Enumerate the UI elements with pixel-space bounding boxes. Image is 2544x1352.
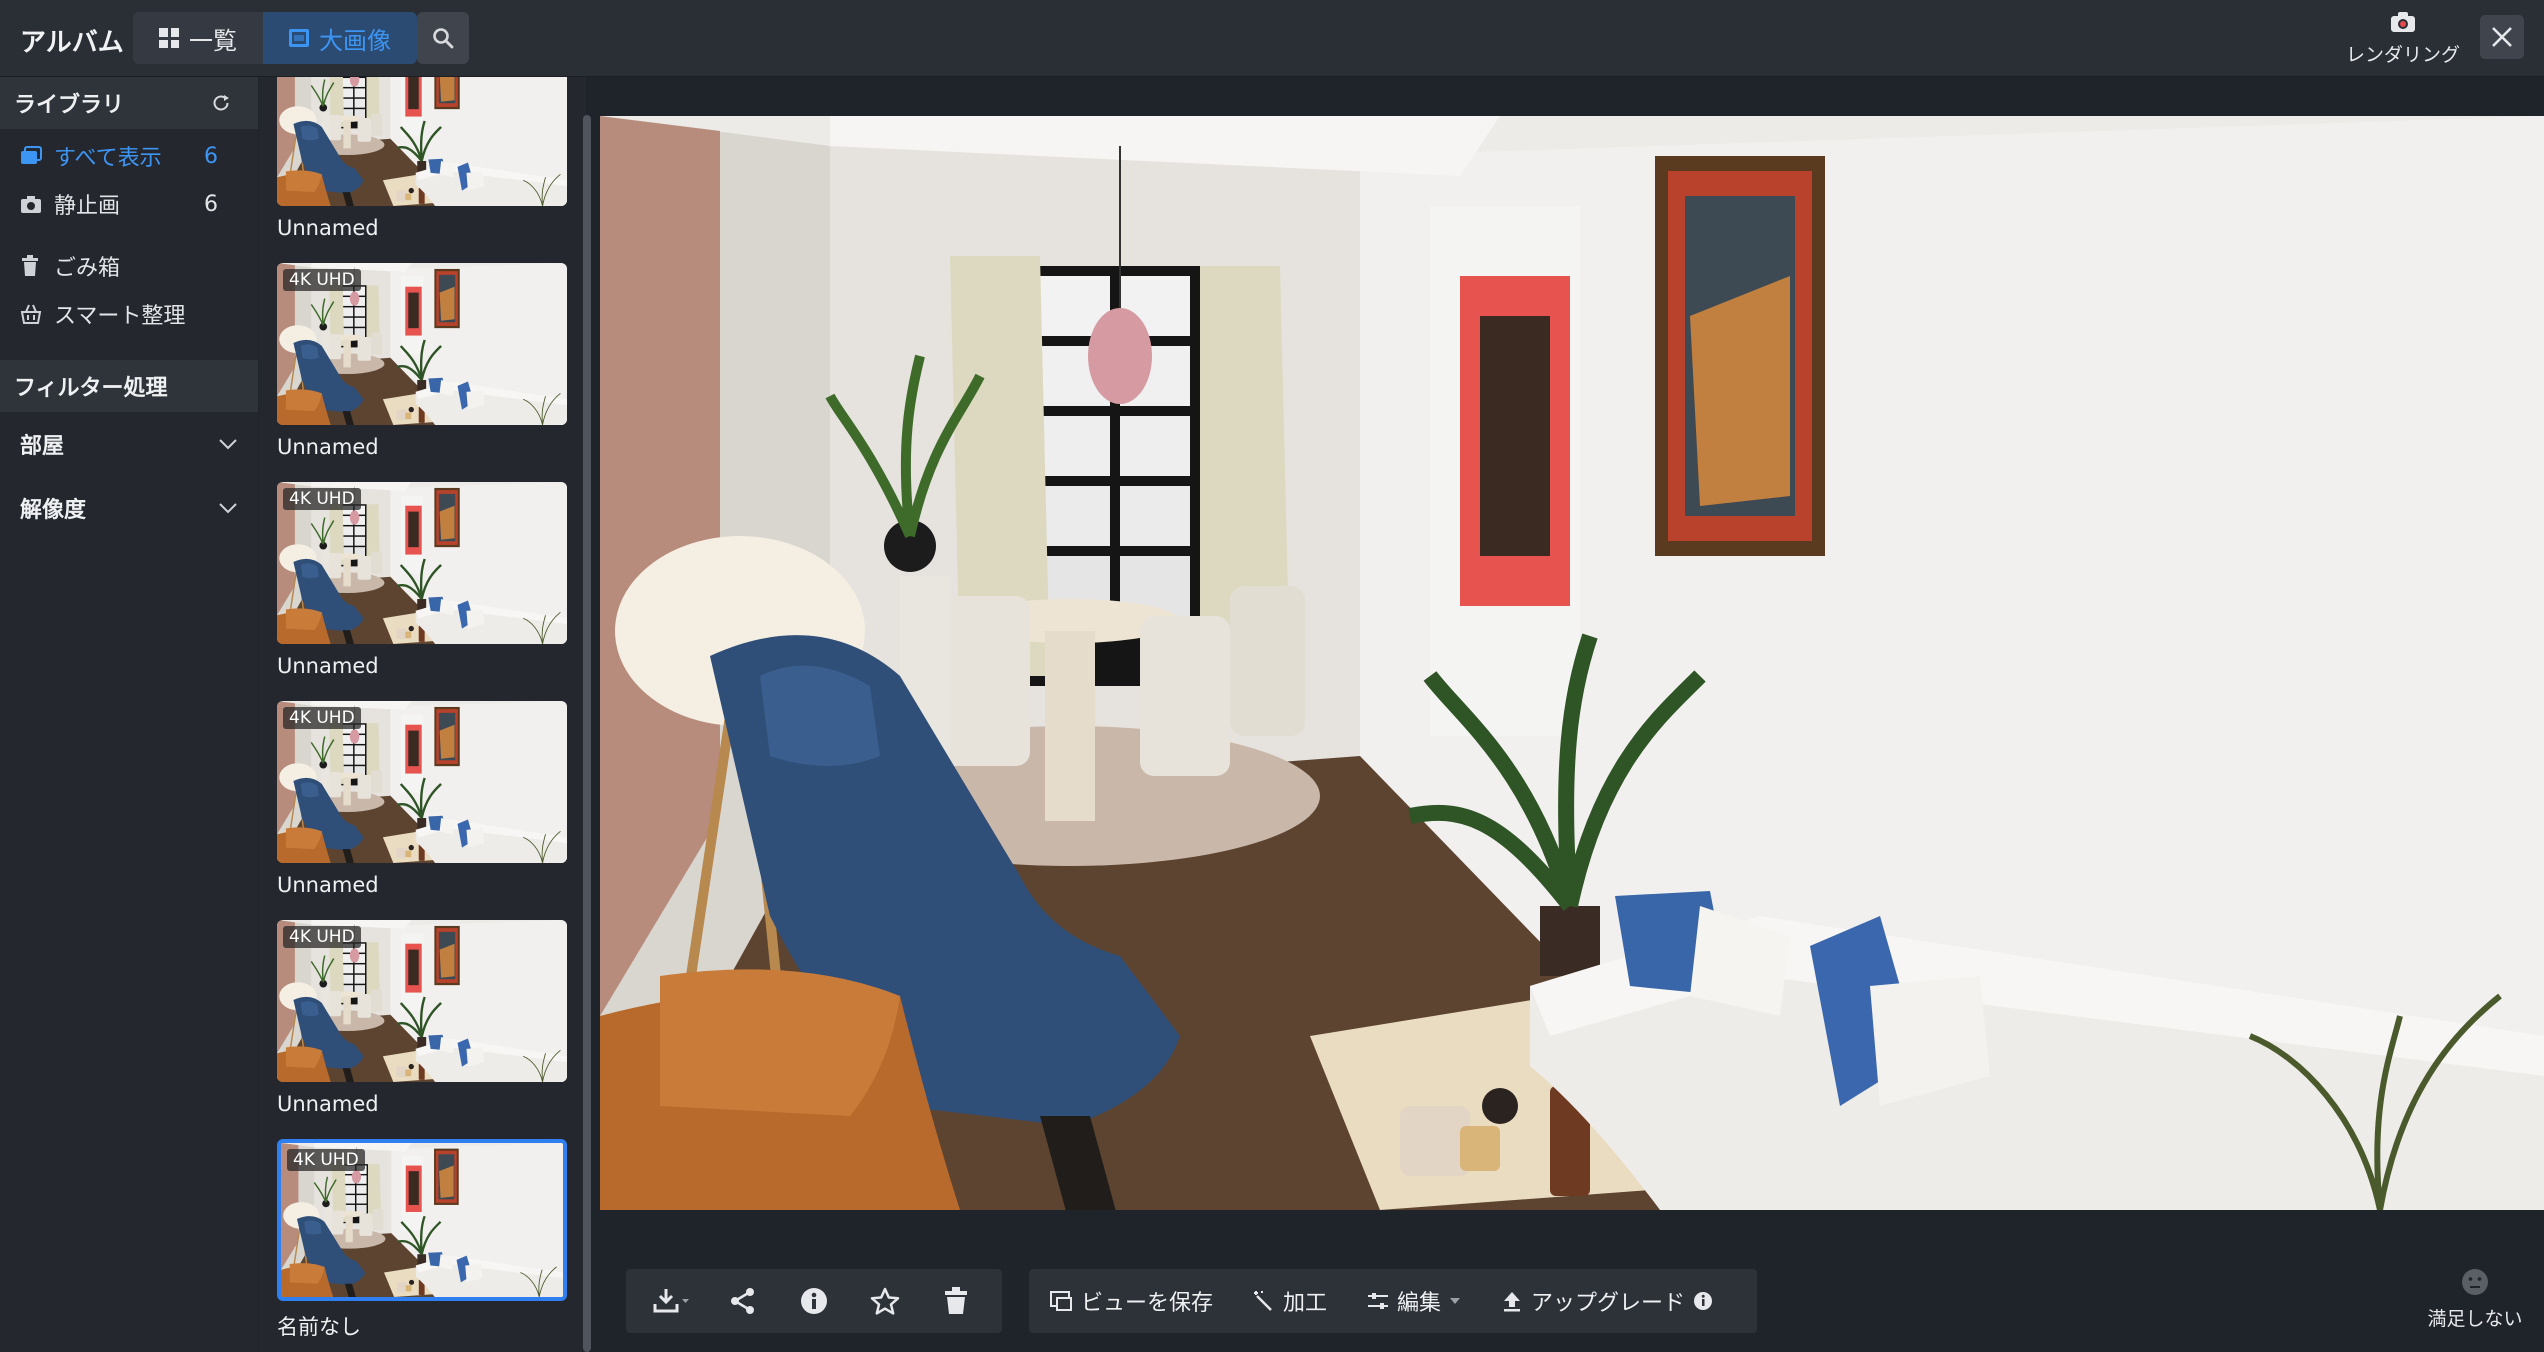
- sidebar-item-label: 静止画: [54, 194, 121, 219]
- info-button[interactable]: [786, 1273, 842, 1329]
- top-bar: アルバム 一覧 大画像 レンダリング: [0, 0, 2544, 77]
- trash-icon: [945, 1287, 968, 1314]
- sidebar-item-count: 6: [204, 191, 218, 217]
- library-title: ライブラリ: [14, 93, 125, 118]
- save-view-label: ビューを保存: [1081, 1291, 1214, 1316]
- basket-icon: [20, 303, 54, 325]
- sidebar-item-trash[interactable]: ごみ箱: [0, 242, 258, 290]
- upgrade-button[interactable]: アップグレード: [1501, 1285, 1713, 1317]
- grid-icon: [159, 28, 179, 48]
- share-button[interactable]: [715, 1273, 771, 1329]
- filter-room[interactable]: 部屋: [0, 412, 258, 476]
- star-icon: [870, 1287, 900, 1315]
- thumbnail-strip: Unnamed 4K UHD Unnamed 4K UHD Unnamed 4K…: [259, 77, 586, 1352]
- sidebar: ライブラリ すべて表示 6 静止画 6 ごみ箱 スマート整理 フィルター処理 部…: [0, 77, 258, 1352]
- camera-icon: [20, 194, 54, 214]
- chevron-down-icon: [219, 439, 237, 450]
- dissatisfied-label: 満足しない: [2427, 1308, 2523, 1330]
- thumbnail-item[interactable]: 4K UHD Unnamed: [277, 263, 567, 459]
- large-image-view-label: 大画像: [319, 26, 391, 55]
- info-icon[interactable]: [1693, 1291, 1713, 1311]
- main-render-image[interactable]: [600, 116, 2544, 1210]
- download-icon: [653, 1289, 689, 1313]
- favorite-button[interactable]: [857, 1273, 913, 1329]
- resolution-badge: 4K UHD: [287, 1149, 365, 1171]
- process-label: 加工: [1283, 1291, 1328, 1316]
- sad-face-icon: [2462, 1269, 2488, 1295]
- save-view-button[interactable]: ビューを保存: [1049, 1285, 1213, 1317]
- thumbnail-image[interactable]: [277, 77, 567, 206]
- dissatisfied-button[interactable]: 満足しない: [2420, 1268, 2530, 1331]
- filter-resolution-label: 解像度: [20, 498, 87, 523]
- sidebar-item-label: すべて表示: [54, 146, 162, 171]
- thumbnail-item[interactable]: 4K UHD Unnamed: [277, 482, 567, 678]
- sidebar-item-all[interactable]: すべて表示 6: [0, 132, 258, 180]
- close-icon: [2492, 27, 2512, 47]
- search-button[interactable]: [417, 12, 469, 64]
- image-actions-toolbar: [626, 1269, 1002, 1333]
- thumbnail-name: Unnamed: [277, 1092, 379, 1116]
- process-button[interactable]: 加工: [1253, 1285, 1327, 1317]
- download-button[interactable]: [644, 1273, 700, 1329]
- thumbnail-image[interactable]: 4K UHD: [277, 263, 567, 425]
- chevron-down-icon: [1450, 1298, 1461, 1304]
- thumbnail-image[interactable]: 4K UHD: [277, 920, 567, 1082]
- share-icon: [730, 1288, 754, 1314]
- edit-dropdown-button[interactable]: 編集: [1367, 1285, 1461, 1317]
- filter-resolution[interactable]: 解像度: [0, 476, 258, 540]
- sidebar-item-count: 6: [204, 143, 218, 169]
- large-image-view-button[interactable]: 大画像: [263, 12, 417, 64]
- thumbnail-item-selected[interactable]: 4K UHD 名前なし: [277, 1139, 567, 1341]
- app-title: アルバム: [20, 28, 124, 58]
- view-mode-toggle: 一覧 大画像: [133, 12, 417, 64]
- refresh-icon[interactable]: [210, 92, 232, 114]
- thumbnail-item[interactable]: 4K UHD Unnamed: [277, 920, 567, 1116]
- library-header: ライブラリ: [0, 77, 258, 129]
- sliders-icon: [1368, 1293, 1389, 1309]
- sidebar-item-label: スマート整理: [54, 304, 186, 329]
- resolution-badge: 4K UHD: [283, 707, 361, 729]
- edit-label: 編集: [1397, 1291, 1442, 1316]
- magic-wand-icon: [1254, 1291, 1272, 1311]
- thumbnail-image[interactable]: 4K UHD: [277, 482, 567, 644]
- resolution-badge: 4K UHD: [283, 269, 361, 291]
- info-icon: [800, 1288, 827, 1314]
- filter-room-label: 部屋: [20, 434, 65, 459]
- close-button[interactable]: [2480, 15, 2524, 59]
- resolution-badge: 4K UHD: [283, 926, 361, 948]
- render-button[interactable]: レンダリング: [2343, 10, 2463, 67]
- search-icon: [433, 28, 454, 49]
- delete-button[interactable]: [928, 1273, 984, 1329]
- sidebar-item-smart-organize[interactable]: スマート整理: [0, 290, 258, 338]
- filter-title: フィルター処理: [14, 376, 168, 401]
- sidebar-item-label: ごみ箱: [54, 256, 121, 281]
- gallery-icon: [20, 146, 54, 166]
- chevron-down-icon: [219, 503, 237, 514]
- thumbnail-image[interactable]: 4K UHD: [277, 1139, 567, 1301]
- thumbnail-item[interactable]: Unnamed: [277, 77, 567, 240]
- resolution-badge: 4K UHD: [283, 488, 361, 510]
- filter-header: フィルター処理: [0, 360, 258, 412]
- thumbnail-item[interactable]: 4K UHD Unnamed: [277, 701, 567, 897]
- thumbnail-image[interactable]: 4K UHD: [277, 701, 567, 863]
- image-icon: [289, 29, 309, 47]
- thumbnail-name: Unnamed: [277, 435, 379, 459]
- camera-icon: [2391, 12, 2415, 32]
- save-view-icon: [1050, 1291, 1072, 1311]
- upgrade-label: アップグレード: [1531, 1291, 1686, 1316]
- trash-icon: [20, 255, 54, 277]
- thumbnail-name: Unnamed: [277, 873, 379, 897]
- edit-actions-toolbar: ビューを保存 加工 編集 アップグレード: [1029, 1269, 1757, 1333]
- upload-arrow-icon: [1504, 1292, 1521, 1312]
- thumbnail-scrollbar[interactable]: [583, 115, 591, 1352]
- grid-view-button[interactable]: 一覧: [133, 12, 263, 64]
- thumbnail-name: Unnamed: [277, 654, 379, 678]
- thumbnail-name: Unnamed: [277, 216, 379, 240]
- sidebar-item-stills[interactable]: 静止画 6: [0, 180, 258, 228]
- render-label: レンダリング: [2345, 44, 2460, 66]
- thumbnail-name: 名前なし: [277, 1315, 361, 1339]
- grid-view-label: 一覧: [189, 26, 237, 55]
